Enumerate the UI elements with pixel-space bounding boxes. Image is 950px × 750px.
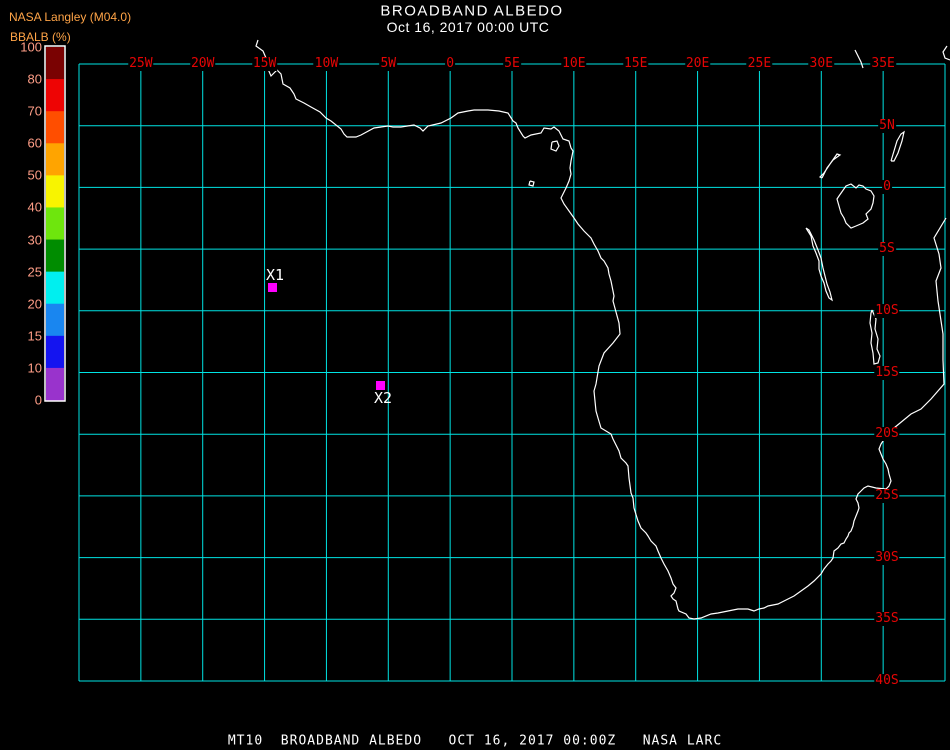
lat-tick-label: 5S: [878, 241, 896, 257]
colorbar-tick-label: 70: [27, 103, 42, 119]
colorbar-segment: [46, 303, 64, 337]
lat-tick-label: 30S: [874, 549, 900, 565]
lon-tick-label: 35E: [870, 56, 896, 71]
coastline-path: [550, 140, 560, 152]
lat-tick-label: 15S: [874, 364, 900, 380]
lat-tick-label: 25S: [874, 487, 900, 503]
coastline-path: [869, 309, 881, 365]
lon-tick-label: 30E: [808, 56, 835, 71]
page-title: BROADBAND ALBEDO: [380, 2, 564, 20]
marker-label-x1: X1: [266, 266, 285, 284]
lon-tick-label: 10E: [561, 56, 587, 71]
colorbar-segment: [46, 207, 64, 241]
colorbar-segment: [46, 175, 64, 208]
lat-tick-label: 5N: [878, 117, 896, 133]
timestamp-subtitle: Oct 16, 2017 00:00 UTC: [386, 19, 550, 35]
colorbar-tick-label: 0: [34, 392, 42, 408]
coastline-path: [942, 45, 950, 61]
colorbar-tick-label: 40: [27, 199, 42, 215]
colorbar-segment: [46, 143, 64, 176]
colorbar-segment: [46, 111, 64, 144]
albedo-map-viewer: BROADBAND ALBEDO Oct 16, 2017 00:00 UTC …: [0, 0, 950, 750]
map-plot: [44, 39, 950, 682]
lon-tick-label: 5E: [503, 56, 521, 71]
marker-label-x2: X2: [374, 389, 393, 407]
colorbar-tick-label: 60: [27, 135, 42, 151]
colorbar-segment: [46, 335, 64, 369]
colorbar-tick-label: 50: [27, 167, 42, 183]
coastline-path: [255, 39, 947, 620]
marker-x1: [268, 283, 277, 292]
colorbar-tick-label: 20: [27, 296, 42, 312]
coastline-path: [528, 180, 535, 187]
lon-tick-label: 15W: [251, 56, 278, 71]
colorbar-segment: [46, 47, 64, 80]
lat-tick-label: 20S: [874, 426, 900, 442]
colorbar-tick-label: 100: [20, 39, 42, 55]
colorbar-tick-label: 25: [27, 264, 42, 280]
colorbar-tick-label: 80: [27, 71, 42, 87]
coastline-path: [836, 183, 875, 229]
colorbar-tick-label: 30: [27, 232, 42, 248]
coastline-path: [818, 153, 842, 179]
lon-tick-label: 20W: [189, 56, 216, 71]
lon-tick-label: 20E: [684, 56, 711, 71]
lon-tick-label: 25E: [746, 56, 773, 71]
colorbar-segment: [46, 239, 64, 273]
colorbar-segment: [46, 79, 64, 112]
lat-tick-label: 40S: [874, 673, 900, 688]
lon-tick-label: 10W: [313, 56, 340, 71]
coastline-path: [805, 227, 833, 302]
lon-tick-label: 25W: [128, 56, 154, 71]
lon-tick-label: 15E: [622, 56, 649, 71]
lon-tick-label: 5W: [379, 56, 398, 71]
lat-tick-label: 0: [882, 179, 892, 195]
colorbar-tick-label: 10: [27, 360, 42, 376]
colorbar-segment: [46, 367, 64, 401]
coastline-path: [890, 130, 905, 162]
colorbar-segment: [46, 271, 64, 305]
lon-tick-label: 0: [445, 56, 456, 71]
lat-tick-label: 35S: [874, 611, 900, 627]
colorbar-tick-label: 15: [27, 328, 42, 344]
coastline-path: [854, 49, 864, 69]
footer-caption: MT10 BROADBAND ALBEDO OCT 16, 2017 00:00…: [227, 733, 723, 749]
credit-label: NASA Langley (M04.0): [9, 10, 132, 24]
lat-tick-label: 10S: [874, 302, 900, 318]
